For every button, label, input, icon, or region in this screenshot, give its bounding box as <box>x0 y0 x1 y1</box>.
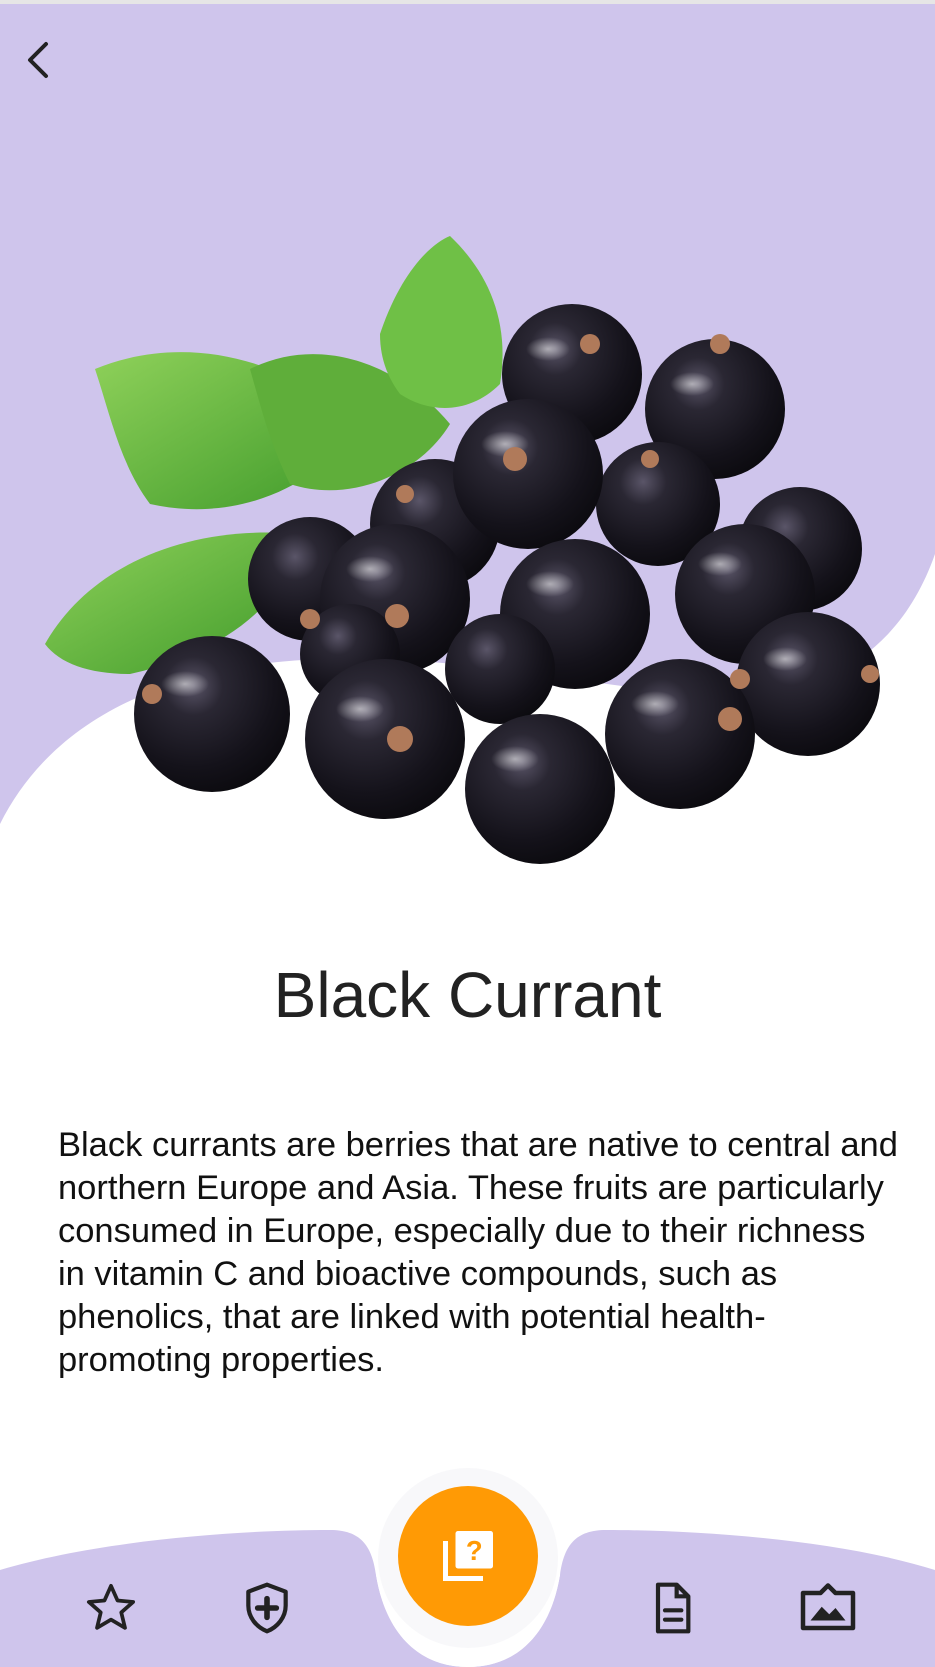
chevron-left-icon <box>28 42 48 78</box>
gallery-tab[interactable] <box>793 1573 863 1643</box>
hero-section <box>0 4 935 904</box>
favorites-tab[interactable] <box>76 1573 146 1643</box>
quiz-icon: ? <box>443 1531 493 1581</box>
notes-tab[interactable] <box>637 1573 707 1643</box>
document-icon <box>655 1582 691 1634</box>
hero-background <box>0 4 935 864</box>
fruit-description: Black currants are berries that are nati… <box>58 1126 898 1379</box>
health-tab[interactable] <box>232 1573 302 1643</box>
bottom-navigation: ? <box>0 1400 935 1667</box>
image-icon <box>800 1583 856 1631</box>
quiz-button[interactable]: ? <box>398 1486 538 1626</box>
svg-text:?: ? <box>466 1535 483 1566</box>
shield-plus-icon <box>246 1582 288 1634</box>
back-button[interactable] <box>22 40 70 88</box>
fruit-title: Black Currant <box>273 959 662 1031</box>
star-icon <box>86 1583 136 1630</box>
